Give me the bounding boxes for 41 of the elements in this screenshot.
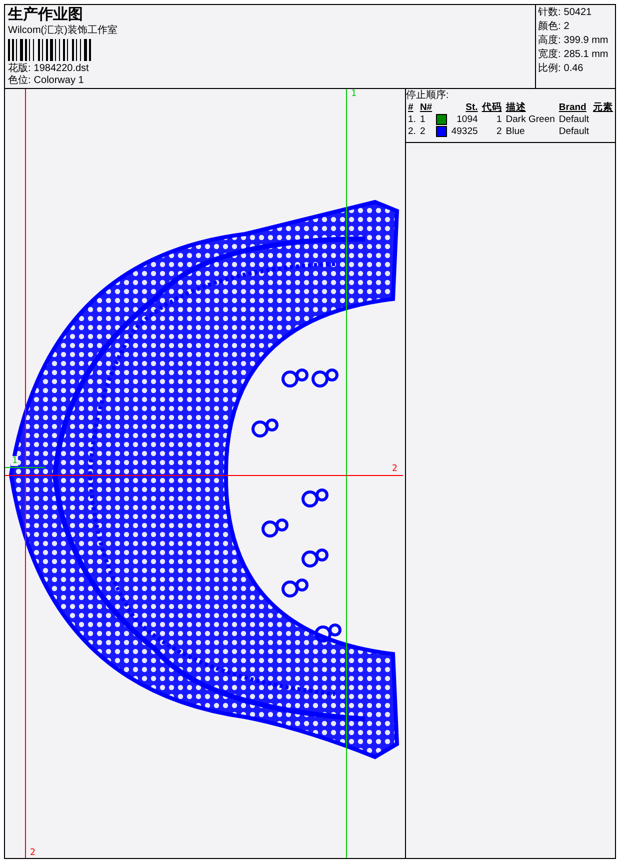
table-cell-text: 2. (407, 126, 417, 138)
guide-label: 1 (11, 456, 18, 466)
stat-value: 0.46 (564, 63, 584, 74)
table-cell-text: Blue (504, 126, 526, 138)
table-cell-text: 2 (418, 126, 426, 138)
colorway-value: Colorway 1 (34, 75, 84, 86)
stat-value: 399.9 mm (564, 35, 608, 46)
stat-label: 针数: (538, 7, 561, 18)
design-file-value: 1984220.dst (34, 63, 89, 74)
guide-label: 2 (391, 464, 398, 474)
table-cell-text: Default (558, 114, 590, 126)
table-cell-text: 2 (495, 126, 503, 138)
column-header: 元素 (592, 102, 614, 114)
barcode-icon (8, 39, 93, 61)
table-cell-text: 1094 (456, 114, 479, 126)
column-header: Brand (558, 102, 588, 114)
document-title: 生产作业图 (8, 6, 84, 24)
column-header: 描述 (504, 102, 527, 114)
table-cell-text: 1. (407, 114, 417, 126)
stat-value: 50421 (564, 7, 592, 18)
company-name: Wilcom(汇京)装饰工作室 (8, 24, 118, 37)
table-cell-text: 1 (418, 114, 426, 126)
table-cell-text: Dark Green (504, 114, 556, 126)
column-header: # (407, 102, 414, 114)
stat-label: 颜色: (538, 21, 561, 32)
design-file-label: 花版: (8, 63, 31, 74)
stat-label: 比例: (538, 63, 561, 74)
stat-value: 2 (564, 21, 570, 32)
column-header: N# (418, 102, 434, 114)
stat-label: 高度: (538, 35, 561, 46)
table-cell-text: 49325 (450, 126, 479, 138)
colorway-label: 色位: (8, 75, 31, 86)
column-header: St. (464, 102, 479, 114)
guide-label: 1 (350, 89, 358, 99)
table-cell-text: Default (558, 126, 590, 138)
column-header: 代码 (480, 102, 503, 114)
stat-value: 285.1 mm (564, 49, 608, 60)
panel-title: 停止顺序: (406, 90, 450, 102)
stat-label: 宽度: (538, 49, 561, 60)
guide-label: 2 (29, 848, 36, 858)
table-cell-text: 1 (495, 114, 503, 126)
